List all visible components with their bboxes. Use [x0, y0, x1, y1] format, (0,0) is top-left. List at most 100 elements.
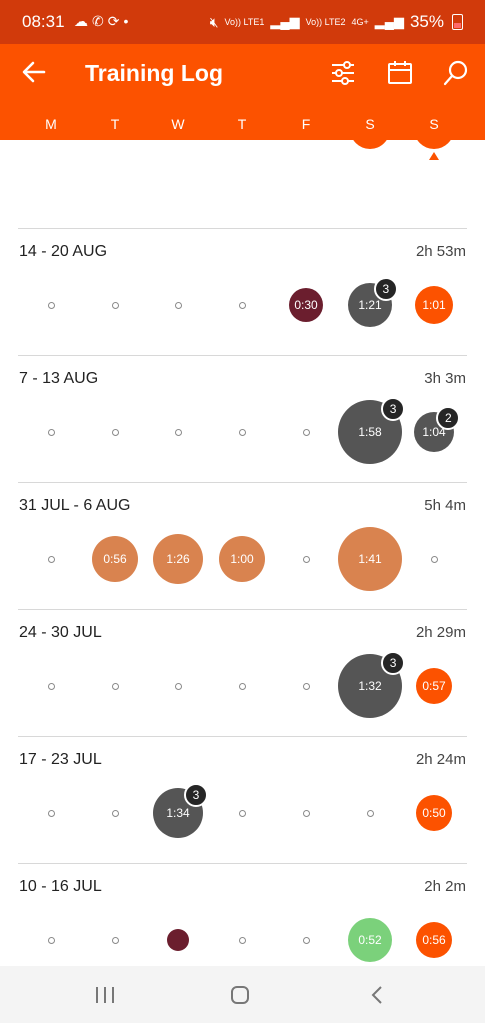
week-divider: [18, 228, 467, 229]
weekday-wed: W: [171, 116, 185, 132]
battery-percent: 35%: [409, 12, 444, 31]
week-total-time: 2h 24m: [415, 751, 466, 768]
week-range: 10 - 16 JUL: [19, 878, 102, 895]
calendar-icon[interactable]: [385, 58, 415, 88]
mute-icon: 🔇︎: [209, 13, 219, 30]
activity-bubble[interactable]: 0:56: [416, 922, 452, 958]
activity-bubble[interactable]: 1:26: [153, 534, 203, 584]
empty-day-dot: [47, 809, 55, 817]
network-3: 4G+: [351, 16, 369, 27]
empty-day-dot: [111, 301, 119, 309]
back-arrow-icon[interactable]: [20, 58, 48, 86]
week-total-time: 2h 2m: [424, 878, 466, 895]
network-2: Vo)) LTE2: [305, 16, 346, 27]
week-row[interactable]: 0:55 1:00: [0, 140, 485, 179]
weekday-sat: S: [365, 116, 375, 132]
empty-day-dot: [47, 936, 55, 944]
week-range: 24 - 30 JUL: [19, 624, 102, 641]
empty-day-dot: [47, 682, 55, 690]
activity-bubble[interactable]: 1:01: [415, 286, 453, 324]
empty-day-dot: [47, 301, 55, 309]
whatsapp-icon: ✆: [92, 13, 108, 29]
week-row[interactable]: 17 - 23 JUL 2h 24m 1:34 3 0:50: [0, 736, 485, 863]
recent-apps-icon[interactable]: [94, 984, 116, 1006]
empty-day-dot: [111, 428, 119, 436]
empty-day-dot: [47, 555, 55, 563]
weekday-fri: F: [301, 116, 311, 132]
empty-day-dot: [302, 809, 310, 817]
week-range: 14 - 20 AUG: [19, 243, 108, 260]
week-total-time: 2h 29m: [415, 624, 466, 641]
empty-day-dot: [238, 682, 246, 690]
signal-icon-2: ▂▄▆: [374, 14, 404, 29]
week-divider: [18, 355, 467, 356]
activity-bubble[interactable]: 0:55: [350, 140, 390, 149]
empty-day-dot: [302, 555, 310, 563]
home-icon[interactable]: [229, 984, 251, 1006]
activity-count-badge: 3: [381, 396, 406, 421]
week-row[interactable]: 7 - 13 AUG 3h 3m 1:58 3 1:04 2: [0, 355, 485, 482]
activity-bubble[interactable]: 1:41: [338, 527, 402, 591]
week-divider: [18, 736, 467, 737]
sync-icon: ⟳: [107, 13, 124, 29]
battery-icon: [452, 14, 463, 30]
cloud-icon: ☁: [74, 13, 92, 29]
weekday-thu: T: [237, 116, 247, 132]
weekday-mon: M: [45, 116, 57, 132]
activity-bubble[interactable]: 1:00: [219, 536, 265, 582]
week-range: 7 - 13 AUG: [19, 370, 99, 387]
empty-day-dot: [47, 428, 55, 436]
activity-bubble[interactable]: 0:52: [348, 918, 392, 962]
activity-bubble[interactable]: 0:50: [416, 795, 452, 831]
activity-count-badge: 3: [373, 277, 398, 302]
activity-count-badge: 3: [381, 650, 406, 675]
network-1: Vo)) LTE1: [224, 16, 265, 27]
empty-day-dot: [302, 428, 310, 436]
training-log-list[interactable]: 0:551:0014 - 20 AUG2h 53m0:301:2131:017 …: [0, 140, 485, 966]
week-range: 31 JUL - 6 AUG: [19, 497, 131, 514]
system-nav-bar: [0, 966, 485, 1023]
week-divider: [18, 609, 467, 610]
week-divider: [18, 863, 467, 864]
empty-day-dot: [174, 301, 182, 309]
app-bar: Training Log M T W T F S S: [0, 44, 485, 140]
status-right-icons: 🔇︎ Vo)) LTE1 ▂▄▆ Vo)) LTE2 4G+ ▂▄▆ 35%: [210, 12, 463, 32]
empty-day-dot: [174, 428, 182, 436]
week-row[interactable]: 24 - 30 JUL 2h 29m 1:32 3 0:57: [0, 609, 485, 736]
activity-bubble[interactable]: [167, 929, 189, 951]
activity-bubble[interactable]: 0:30: [289, 288, 323, 322]
activity-count-badge: 2: [436, 405, 461, 430]
activity-bubble[interactable]: 0:57: [416, 668, 452, 704]
week-row[interactable]: 14 - 20 AUG 2h 53m 0:30 1:21 3 1:01: [0, 228, 485, 355]
activity-bubble[interactable]: 1:00: [414, 140, 454, 149]
empty-day-dot: [238, 301, 246, 309]
week-divider: [18, 482, 467, 483]
status-time: 08:31: [22, 12, 65, 31]
empty-day-dot: [174, 682, 182, 690]
week-row[interactable]: 10 - 16 JUL 2h 2m 0:52 0:56: [0, 863, 485, 966]
week-range: 17 - 23 JUL: [19, 751, 102, 768]
activity-count-badge: 3: [184, 783, 208, 807]
empty-day-dot: [302, 682, 310, 690]
dot-icon: •: [123, 13, 133, 29]
back-nav-icon[interactable]: [367, 984, 389, 1006]
search-icon[interactable]: [441, 58, 471, 88]
filter-sliders-icon[interactable]: [328, 58, 358, 88]
weekday-sun: S: [429, 116, 439, 132]
empty-day-dot: [111, 936, 119, 944]
empty-day-dot: [238, 428, 246, 436]
week-row[interactable]: 31 JUL - 6 AUG 5h 4m 0:56 1:26 1:00 1:41: [0, 482, 485, 609]
empty-day-dot: [430, 555, 438, 563]
status-bar: 08:31 ☁✆⟳• 🔇︎ Vo)) LTE1 ▂▄▆ Vo)) LTE2 4G…: [0, 0, 485, 44]
empty-day-dot: [238, 936, 246, 944]
current-day-marker-icon: [429, 152, 439, 160]
activity-bubble[interactable]: 0:56: [92, 536, 138, 582]
status-notification-icons: ☁✆⟳•: [74, 13, 132, 30]
empty-day-dot: [366, 809, 374, 817]
weekday-header: M T W T F S S: [0, 114, 485, 134]
empty-day-dot: [111, 809, 119, 817]
empty-day-dot: [238, 809, 246, 817]
empty-day-dot: [302, 936, 310, 944]
page-title: Training Log: [85, 60, 223, 86]
weekday-tue: T: [110, 116, 120, 132]
